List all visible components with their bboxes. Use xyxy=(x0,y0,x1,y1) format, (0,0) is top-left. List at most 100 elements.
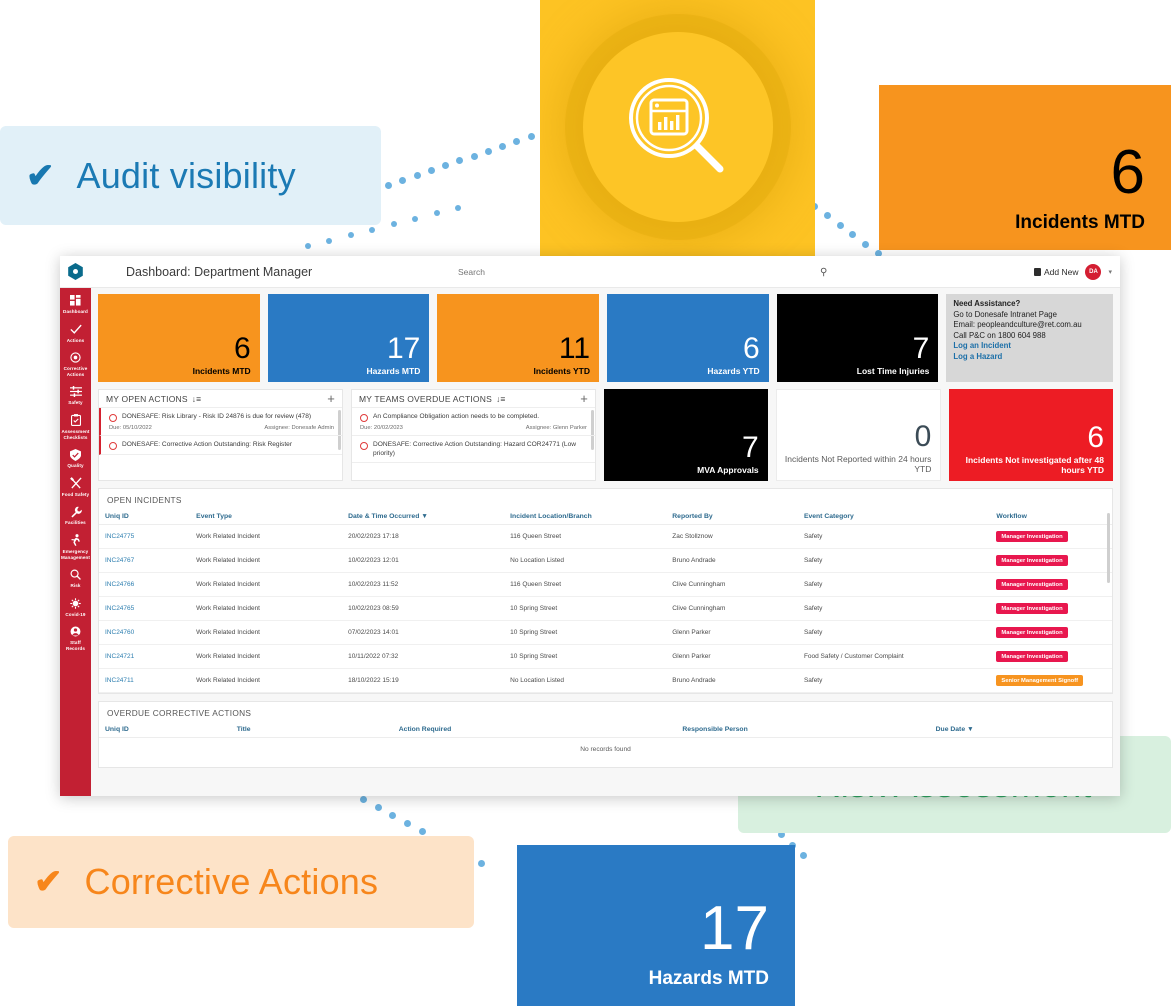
search-icon[interactable]: ⚲ xyxy=(820,267,827,278)
my-teams-overdue-actions-panel: MY TEAMS OVERDUE ACTIONS ↓≡ + An Complia… xyxy=(351,389,596,481)
cell-event-category: Food Safety / Customer Complaint xyxy=(797,644,991,669)
grid-icon xyxy=(70,294,81,307)
sidebar-item-safety[interactable]: Safety xyxy=(60,385,91,406)
plus-icon[interactable]: + xyxy=(580,392,588,405)
mid-kpi-row: 7 MVA Approvals 0 Incidents Not Reported… xyxy=(604,389,1114,481)
floating-card-label: Hazards MTD xyxy=(648,968,769,989)
connector-dot xyxy=(836,221,844,229)
cell-uniq-id[interactable]: INC24721 xyxy=(99,644,191,669)
plus-icon[interactable]: + xyxy=(327,392,335,405)
sidebar-item-label: Safety xyxy=(68,400,83,406)
status-circle-icon xyxy=(360,414,368,422)
search-input[interactable] xyxy=(458,267,818,277)
sidebar-item-emergency-management[interactable]: Emergency Management xyxy=(60,534,91,560)
add-new-button[interactable]: Add New xyxy=(1033,267,1078,277)
cell-workflow: Manager Investigation xyxy=(990,524,1112,549)
kpi-incidents-not-reported-24h[interactable]: 0 Incidents Not Reported within 24 hours… xyxy=(775,389,942,481)
table-row[interactable]: INC24766 Work Related Incident 10/02/2023 … xyxy=(99,572,1112,597)
kpi-incidents-ytd[interactable]: 11 Incidents YTD xyxy=(437,294,600,382)
virus-icon xyxy=(70,597,81,610)
app-topbar: Dashboard: Department Manager ⚲ Add New … xyxy=(60,256,1120,288)
column-header-workflow[interactable]: Workflow xyxy=(990,509,1112,525)
cell-uniq-id[interactable]: INC24775 xyxy=(99,524,191,549)
kpi-incidents-mtd[interactable]: 6 Incidents MTD xyxy=(98,294,260,382)
cell-date-time: 10/02/2023 08:59 xyxy=(342,596,505,621)
column-header-event-type[interactable]: Event Type xyxy=(190,509,343,525)
list-item[interactable]: DONESAFE: Corrective Action Outstanding:… xyxy=(99,436,342,455)
chevron-down-icon[interactable]: ▾ xyxy=(1108,268,1112,276)
status-badge[interactable]: Manager Investigation xyxy=(996,531,1068,542)
callout-label: Corrective Actions xyxy=(84,861,379,902)
sidebar-item-quality[interactable]: Quality xyxy=(60,448,91,469)
table-row[interactable]: INC24765 Work Related Incident 10/02/2023 … xyxy=(99,596,1112,621)
status-circle-icon xyxy=(360,442,368,450)
sidebar-item-label: Facilities xyxy=(65,520,86,526)
cell-uniq-id[interactable]: INC24765 xyxy=(99,596,191,621)
sidebar: Dashboard Actions Corrective Actions Saf… xyxy=(60,288,91,796)
log-an-incident-link[interactable]: Log an Incident xyxy=(953,341,1106,352)
sidebar-item-dashboard[interactable]: Dashboard xyxy=(60,294,91,315)
table-row[interactable]: INC24711 Work Related Incident 18/10/2022 … xyxy=(99,668,1112,693)
sidebar-item-staff-records[interactable]: Staff Records xyxy=(60,625,91,651)
table-row[interactable]: INC24721 Work Related Incident 10/11/2022 … xyxy=(99,644,1112,669)
table-row[interactable]: INC24767 Work Related Incident 10/02/2023 … xyxy=(99,548,1112,573)
kpi-lost-time-injuries[interactable]: 7 Lost Time Injuries xyxy=(776,294,939,382)
status-badge[interactable]: Manager Investigation xyxy=(996,579,1068,590)
column-header-action-required[interactable]: Action Required xyxy=(392,722,677,738)
sidebar-item-label: Covid-19 xyxy=(65,611,86,617)
cell-event-category: Safety xyxy=(797,668,991,693)
status-badge[interactable]: Manager Investigation xyxy=(996,555,1068,566)
column-header-title[interactable]: Title xyxy=(230,722,393,738)
kpi-hazards-ytd[interactable]: 6 Hazards YTD xyxy=(607,294,769,382)
column-header-responsible-person[interactable]: Responsible Person xyxy=(676,722,930,738)
cell-uniq-id[interactable]: INC24711 xyxy=(99,668,191,693)
sidebar-item-corrective-actions[interactable]: Corrective Actions xyxy=(60,351,91,377)
column-header-reported-by[interactable]: Reported By xyxy=(666,509,798,525)
list-item[interactable]: An Compliance Obligation action needs to… xyxy=(352,408,595,436)
column-header-event-category[interactable]: Event Category xyxy=(797,509,991,525)
connector-dot xyxy=(390,221,397,228)
kpi-mva-approvals[interactable]: 7 MVA Approvals xyxy=(604,389,768,481)
overdue-corrective-actions-card: OVERDUE CORRECTIVE ACTIONS Uniq ID Title… xyxy=(98,701,1113,768)
column-header-location[interactable]: Incident Location/Branch xyxy=(504,509,667,525)
column-header-uniq-id[interactable]: Uniq ID xyxy=(99,722,231,738)
sidebar-item-facilities[interactable]: Facilities xyxy=(60,505,91,526)
column-header-due-date[interactable]: Due Date ▼ xyxy=(929,722,1112,738)
kpi-label: Lost Time Injuries xyxy=(856,366,930,376)
sidebar-item-food-safety[interactable]: Food Safety xyxy=(60,477,91,498)
list-item[interactable]: DONESAFE: Risk Library - Risk ID 24876 i… xyxy=(99,408,342,436)
column-header-date-time[interactable]: Date & Time Occurred ▼ xyxy=(342,509,505,525)
connector-dot xyxy=(374,804,382,811)
table-row[interactable]: INC24775 Work Related Incident 20/02/2023 … xyxy=(99,524,1112,549)
sort-icon[interactable]: ↓≡ xyxy=(192,394,202,404)
sidebar-item-label: Quality xyxy=(67,463,84,469)
list-item[interactable]: DONESAFE: Corrective Action Outstanding:… xyxy=(352,436,595,464)
cell-reported-by: Bruno Andrade xyxy=(666,668,798,693)
avatar[interactable]: DA xyxy=(1085,263,1102,280)
cell-uniq-id[interactable]: INC24760 xyxy=(99,620,191,645)
search-area[interactable]: ⚲ xyxy=(458,256,878,288)
floating-card-value: 6 xyxy=(1110,138,1145,207)
table-row[interactable]: INC24760 Work Related Incident 07/02/2023 … xyxy=(99,620,1112,645)
sidebar-item-risk[interactable]: Risk xyxy=(60,568,91,589)
cutlery-icon xyxy=(69,477,82,490)
cell-uniq-id[interactable]: INC24767 xyxy=(99,548,191,573)
cell-uniq-id[interactable]: INC24766 xyxy=(99,572,191,597)
scrollbar[interactable] xyxy=(1107,513,1110,583)
kpi-incidents-not-investigated-48h[interactable]: 6 Incidents Not investigated after 48 ho… xyxy=(949,389,1114,481)
column-header-uniq-id[interactable]: Uniq ID xyxy=(99,509,191,525)
sidebar-item-assessment-checklists[interactable]: Assessment Checklists xyxy=(60,414,91,440)
status-badge[interactable]: Senior Management Signoff xyxy=(996,675,1084,686)
status-badge[interactable]: Manager Investigation xyxy=(996,603,1068,614)
sidebar-item-actions[interactable]: Actions xyxy=(60,323,91,344)
log-a-hazard-link[interactable]: Log a Hazard xyxy=(953,352,1106,363)
kpi-hazards-mtd[interactable]: 17 Hazards MTD xyxy=(267,294,430,382)
status-badge[interactable]: Manager Investigation xyxy=(996,627,1068,638)
sidebar-item-covid-19[interactable]: Covid-19 xyxy=(60,597,91,618)
donesafe-hexagon-logo[interactable] xyxy=(60,263,91,280)
sort-icon[interactable]: ↓≡ xyxy=(496,394,506,404)
status-badge[interactable]: Manager Investigation xyxy=(996,651,1068,662)
mid-row: MY OPEN ACTIONS ↓≡ + DONESAFE: Risk Libr… xyxy=(98,389,1114,481)
connector-dot xyxy=(513,137,521,145)
actions-list: DONESAFE: Risk Library - Risk ID 24876 i… xyxy=(99,407,342,480)
